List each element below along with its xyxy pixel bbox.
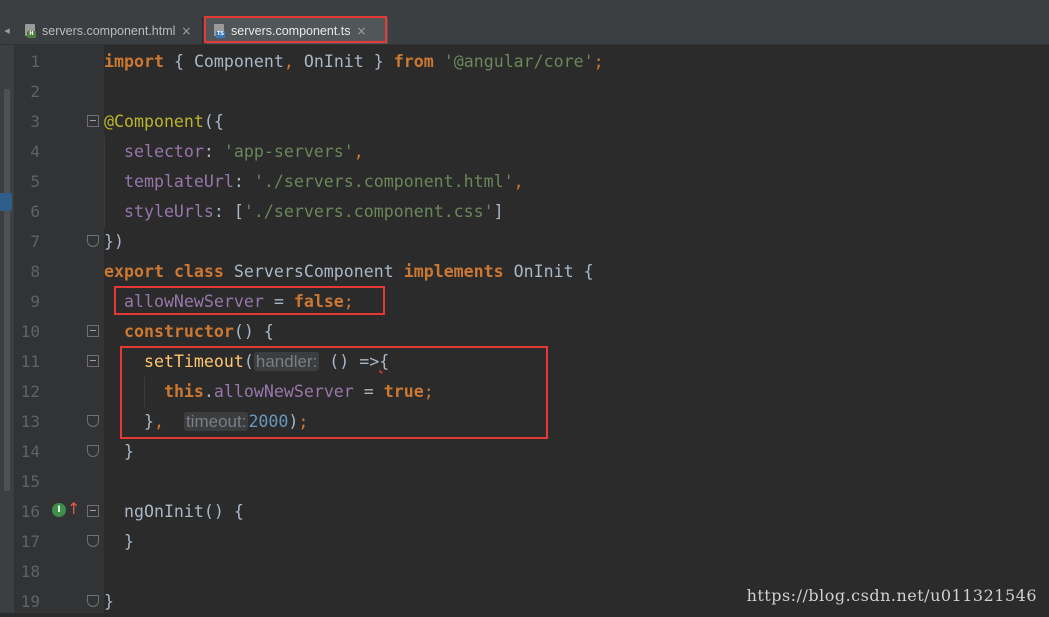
code-line-8[interactable]: export class ServersComponent implements… xyxy=(104,257,594,287)
line-number: 3 xyxy=(30,112,40,131)
implements-method-icon[interactable]: I xyxy=(52,503,66,517)
override-arrow-icon[interactable]: ↑ xyxy=(67,500,80,518)
code-line-16[interactable]: ngOnInit() { xyxy=(104,497,244,527)
tab-label: servers.component.ts xyxy=(231,24,351,38)
code-line-11[interactable]: setTimeout(handler: () =>{ xyxy=(104,347,389,377)
typescript-file-icon: TS xyxy=(214,24,226,38)
line-number: 9 xyxy=(30,292,40,311)
line-number: 1 xyxy=(30,52,40,71)
tab-label: servers.component.html xyxy=(42,24,176,38)
editor-tab-bar: ◂ H servers.component.html × TS servers.… xyxy=(0,0,1049,45)
line-number: 13 xyxy=(20,412,40,431)
code-line-6[interactable]: styleUrls: ['./servers.component.css'] xyxy=(104,197,504,227)
line-number: 10 xyxy=(20,322,40,341)
code-line-12[interactable]: this.allowNewServer = true; xyxy=(104,377,434,407)
line-number: 18 xyxy=(20,562,40,581)
line-number: 12 xyxy=(20,382,40,401)
html-file-icon: H xyxy=(25,24,37,38)
parameter-hint: handler: xyxy=(253,352,320,371)
fold-collapse-icon[interactable] xyxy=(87,325,99,337)
code-line-4[interactable]: selector: 'app-servers', xyxy=(104,137,364,167)
line-number: 4 xyxy=(30,142,40,161)
watermark-url: https://blog.csdn.net/u011321546 xyxy=(746,586,1037,605)
tool-window-marker[interactable] xyxy=(0,193,12,211)
parameter-hint: timeout: xyxy=(183,412,249,431)
code-line-9[interactable]: allowNewServer = false; xyxy=(104,287,354,317)
tab-scroll-left-icon[interactable]: ◂ xyxy=(0,18,14,44)
fold-collapse-icon[interactable] xyxy=(87,115,99,127)
fold-collapse-icon[interactable] xyxy=(87,355,99,367)
fold-end-icon[interactable] xyxy=(87,235,99,247)
line-number: 16 xyxy=(20,502,40,521)
code-line-13[interactable]: }, timeout: 2000); xyxy=(104,407,308,437)
close-icon[interactable]: × xyxy=(357,24,367,38)
line-number: 11 xyxy=(20,352,40,371)
line-number: 15 xyxy=(20,472,40,491)
code-line-5[interactable]: templateUrl: './servers.component.html', xyxy=(104,167,524,197)
fold-end-icon[interactable] xyxy=(87,445,99,457)
code-line-10[interactable]: constructor() { xyxy=(104,317,274,347)
code-line-17[interactable]: } xyxy=(104,527,134,557)
code-line-7[interactable]: }) xyxy=(104,227,124,257)
fold-end-icon[interactable] xyxy=(87,595,99,607)
left-tool-strip xyxy=(0,45,14,613)
tab-servers-component-ts[interactable]: TS servers.component.ts × xyxy=(206,18,388,44)
line-number: 2 xyxy=(30,82,40,101)
structure-scroll-thumb[interactable] xyxy=(4,89,10,491)
line-number: 5 xyxy=(30,172,40,191)
code-line-3[interactable]: @Component({ xyxy=(104,107,224,137)
fold-collapse-icon[interactable] xyxy=(87,505,99,517)
tab-servers-component-html[interactable]: H servers.component.html × xyxy=(17,18,203,44)
fold-end-icon[interactable] xyxy=(87,535,99,547)
line-number: 17 xyxy=(20,532,40,551)
code-line-1[interactable]: import { Component, OnInit } from '@angu… xyxy=(104,47,604,77)
fold-end-icon[interactable] xyxy=(87,415,99,427)
line-number: 8 xyxy=(30,262,40,281)
line-number: 7 xyxy=(30,232,40,251)
code-line-14[interactable]: } xyxy=(104,437,134,467)
line-number: 6 xyxy=(30,202,40,221)
line-number: 14 xyxy=(20,442,40,461)
close-icon[interactable]: × xyxy=(181,24,191,38)
